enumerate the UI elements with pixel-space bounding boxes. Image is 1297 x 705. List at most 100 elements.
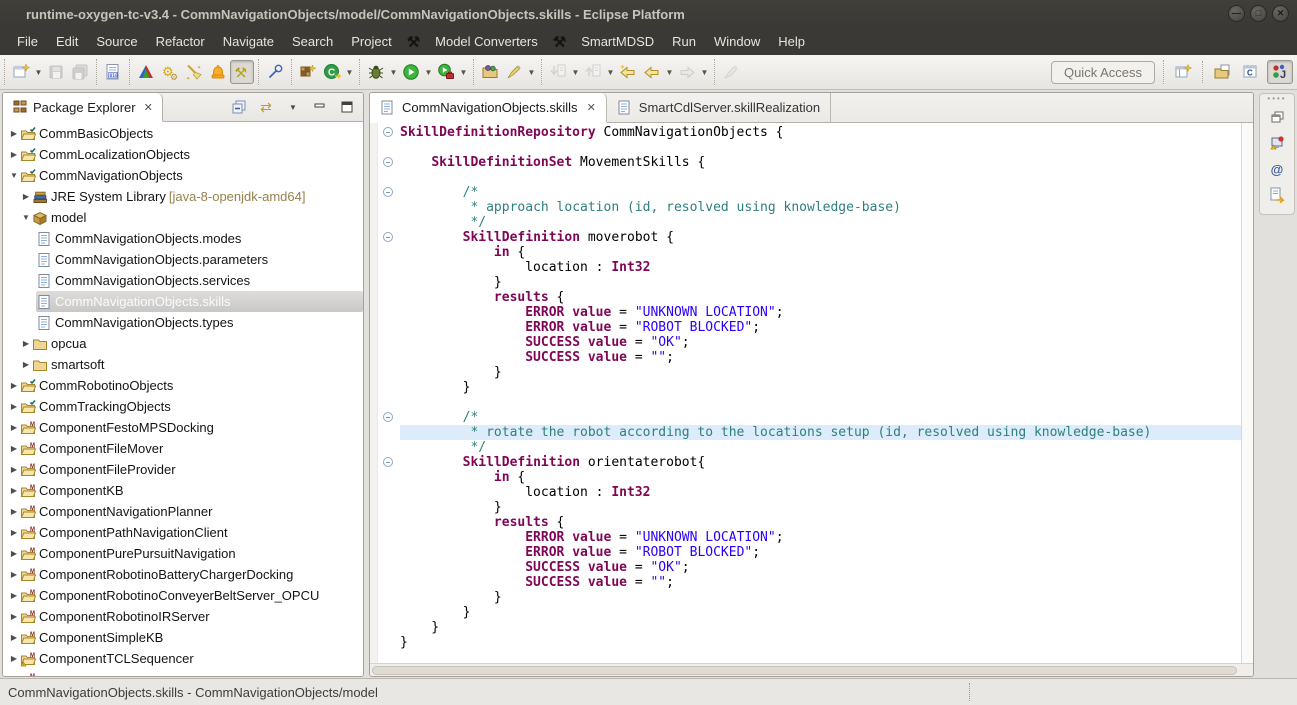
menu-run[interactable]: Run (663, 30, 705, 53)
collapsed-arrow-icon[interactable]: ▶ (8, 528, 20, 537)
collapsed-arrow-icon[interactable]: ▶ (8, 444, 20, 453)
code-line[interactable]: } (370, 635, 1241, 650)
debug-bug-dropdown-icon[interactable]: ▼ (388, 60, 399, 84)
collapsed-arrow-icon[interactable]: ▶ (8, 486, 20, 495)
robot-bell-button[interactable] (206, 60, 230, 84)
code-line[interactable]: SUCCESS value = ""; (370, 350, 1241, 365)
last-edit-location-button[interactable] (616, 60, 640, 84)
collapse-fold-icon[interactable] (383, 457, 393, 467)
tree-item-smartsoft[interactable]: ▶smartsoft (3, 354, 363, 375)
collapse-fold-icon[interactable] (383, 187, 393, 197)
collapsed-arrow-icon[interactable]: ▶ (8, 507, 20, 516)
code-line[interactable]: results { (370, 290, 1241, 305)
minimize-view-icon[interactable] (310, 97, 330, 117)
collapsed-arrow-icon[interactable]: ▶ (8, 423, 20, 432)
tree-item-componentrobotinobatterychargerdocking[interactable]: ▶MComponentRobotinoBatteryChargerDocking (3, 564, 363, 585)
tree-item-componentfestompsdocking[interactable]: ▶MComponentFestoMPSDocking (3, 417, 363, 438)
expanded-arrow-icon[interactable]: ▼ (20, 213, 32, 222)
modeling-perspective-button[interactable]: C (1238, 60, 1264, 84)
run-play-button[interactable] (399, 60, 423, 84)
code-line[interactable]: location : Int32 (370, 485, 1241, 500)
collapse-fold-icon[interactable] (383, 412, 393, 422)
code-line[interactable] (370, 140, 1241, 155)
tree-item-componentnavigationplanner[interactable]: ▶MComponentNavigationPlanner (3, 501, 363, 522)
collapsed-arrow-icon[interactable]: ▶ (8, 129, 20, 138)
tab-package-explorer[interactable]: Package Explorer ✕ (3, 93, 163, 122)
collapsed-arrow-icon[interactable]: ▶ (8, 549, 20, 558)
collapsed-arrow-icon[interactable]: ▶ (8, 591, 20, 600)
tree-item-opcua[interactable]: ▶opcua (3, 333, 363, 354)
tree-item-model[interactable]: ▼model (3, 207, 363, 228)
menu-window[interactable]: Window (705, 30, 769, 53)
menu-file[interactable]: File (8, 30, 47, 53)
run-play-dropdown-icon[interactable]: ▼ (423, 60, 434, 84)
task-list-icon[interactable] (1263, 130, 1291, 156)
back-history-button[interactable] (640, 60, 664, 84)
code-line[interactable]: * rotate the robot according to the loca… (370, 425, 1241, 440)
code-line[interactable]: results { (370, 515, 1241, 530)
tree-item-componentpathnavigationclient[interactable]: ▶MComponentPathNavigationClient (3, 522, 363, 543)
tree-item-componentrobotinoirserver[interactable]: ▶MComponentRobotinoIRServer (3, 606, 363, 627)
code-line[interactable]: } (370, 275, 1241, 290)
generate-green-dropdown-icon[interactable]: ▼ (344, 60, 355, 84)
quick-access-box[interactable]: Quick Access (1051, 61, 1155, 84)
tree-item-commnavigationobjects-types[interactable]: CommNavigationObjects.types (3, 312, 363, 333)
code-line[interactable] (370, 170, 1241, 185)
clean-broom-button[interactable]: ✦✦ (182, 60, 206, 84)
collapsed-arrow-icon[interactable]: ▶ (8, 570, 20, 579)
collapsed-arrow-icon[interactable]: ▶ (8, 402, 20, 411)
collapse-fold-icon[interactable] (383, 232, 393, 242)
close-view-icon[interactable]: ✕ (144, 101, 153, 114)
collapsed-arrow-icon[interactable]: ▶ (8, 633, 20, 642)
close-window-icon[interactable]: ✕ (1272, 5, 1289, 22)
tree-item-commnavigationobjects-parameters[interactable]: CommNavigationObjects.parameters (3, 249, 363, 270)
drag-handle-icon[interactable]: •••• (1267, 96, 1286, 104)
code-line[interactable]: } (370, 620, 1241, 635)
collapsed-arrow-icon[interactable]: ▶ (20, 192, 32, 201)
minimize-window-icon[interactable]: — (1228, 5, 1245, 22)
view-menu-icon[interactable]: ▼ (283, 97, 303, 117)
menu-search[interactable]: Search (283, 30, 342, 53)
horizontal-scrollbar[interactable] (370, 663, 1253, 676)
scrollbar-thumb[interactable] (372, 666, 1237, 675)
collapsed-arrow-icon[interactable]: ▶ (8, 675, 20, 676)
previous-annotation-dropdown-icon[interactable]: ▼ (605, 60, 616, 84)
collapsed-arrow-icon[interactable]: ▶ (8, 150, 20, 159)
new-wizard-dropdown-icon[interactable]: ▼ (33, 60, 44, 84)
next-annotation-dropdown-icon[interactable]: ▼ (570, 60, 581, 84)
code-line[interactable]: } (370, 500, 1241, 515)
code-line[interactable]: /* (370, 185, 1241, 200)
code-line[interactable]: SUCCESS value = ""; (370, 575, 1241, 590)
tree-item-componenttclsequencer[interactable]: ▶M!ComponentTCLSequencer (3, 648, 363, 669)
external-tools-dropdown-icon[interactable]: ▼ (458, 60, 469, 84)
code-line[interactable]: ERROR value = "UNKNOWN LOCATION"; (370, 530, 1241, 545)
tree-item-commnavigationobjects[interactable]: ▼CommNavigationObjects (3, 165, 363, 186)
highlight-pen-button[interactable] (502, 60, 526, 84)
collapsed-arrow-icon[interactable]: ▶ (20, 339, 32, 348)
code-line[interactable]: SkillDefinition orientaterobot{ (370, 455, 1241, 470)
tree-item-componentfilemover[interactable]: ▶MComponentFileMover (3, 438, 363, 459)
component-grid-button[interactable] (296, 60, 320, 84)
open-perspective-button[interactable] (1170, 60, 1196, 84)
code-line[interactable]: location : Int32 (370, 260, 1241, 275)
open-task-folder-button[interactable] (478, 60, 502, 84)
code-line[interactable]: ERROR value = "ROBOT BLOCKED"; (370, 320, 1241, 335)
tree-item-commbasicobjects[interactable]: ▶CommBasicObjects (3, 123, 363, 144)
link-with-editor-icon[interactable]: ⇄ (256, 97, 276, 117)
collapse-all-icon[interactable] (229, 97, 249, 117)
tree-item-commnavigationobjects-skills[interactable]: CommNavigationObjects.skills (3, 291, 363, 312)
tree-item-componentfileprovider[interactable]: ▶MComponentFileProvider (3, 459, 363, 480)
collapsed-arrow-icon[interactable]: ▶ (8, 654, 20, 663)
close-tab-icon[interactable]: ✕ (587, 101, 596, 114)
code-line[interactable]: SUCCESS value = "OK"; (370, 560, 1241, 575)
code-line[interactable]: * approach location (id, resolved using … (370, 200, 1241, 215)
collapsed-arrow-icon[interactable]: ▶ (8, 612, 20, 621)
tree-item-jre-system-library[interactable]: ▶JRE System Library [java-8-openjdk-amd6… (3, 186, 363, 207)
prism-button[interactable] (134, 60, 158, 84)
maximize-window-icon[interactable]: □ (1250, 5, 1267, 22)
resource-perspective-button[interactable] (1209, 60, 1235, 84)
debug-bug-button[interactable] (364, 60, 388, 84)
java-perspective-button[interactable]: J (1267, 60, 1293, 84)
collapse-fold-icon[interactable] (383, 127, 393, 137)
menu-navigate[interactable]: Navigate (214, 30, 283, 53)
